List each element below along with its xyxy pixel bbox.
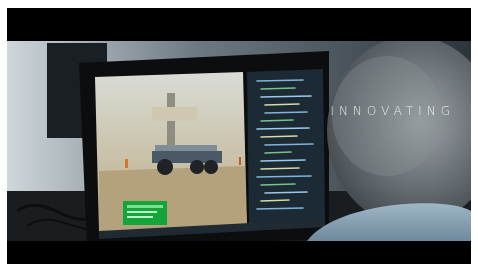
video-frame: INNOVATING	[7, 8, 471, 264]
code-editor-panel	[247, 69, 325, 225]
letterbox-bottom	[7, 241, 471, 264]
letterbox-top	[7, 8, 471, 41]
office-monitor-scene	[7, 41, 471, 241]
caption-text: INNOVATING	[330, 104, 455, 118]
